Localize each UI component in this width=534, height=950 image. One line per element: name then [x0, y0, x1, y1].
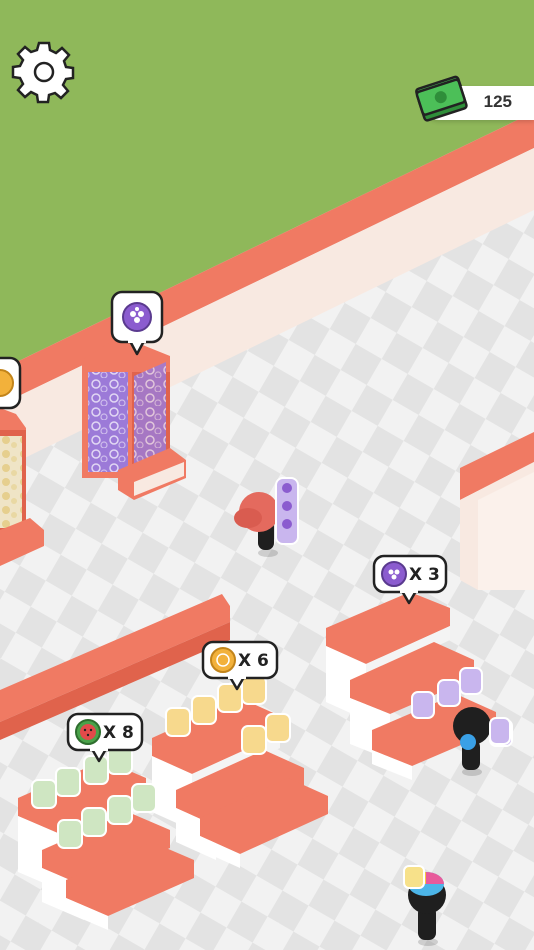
- money-amount: 125: [483, 92, 512, 111]
- melon-shelf-count: X 8: [103, 723, 134, 743]
- orange-shelf-count: X 6: [238, 651, 269, 671]
- grape-coin-icon: [381, 561, 407, 587]
- cash-stack-icon: [415, 78, 468, 122]
- orange-coin-icon: [210, 647, 236, 673]
- orange-vending-bubble: [0, 356, 22, 410]
- settings-button[interactable]: [11, 41, 75, 104]
- gear-icon: [11, 41, 75, 104]
- game-scene: X 3 X 6 X 8: [0, 0, 534, 950]
- grape-shelf-count: X 3: [409, 565, 440, 585]
